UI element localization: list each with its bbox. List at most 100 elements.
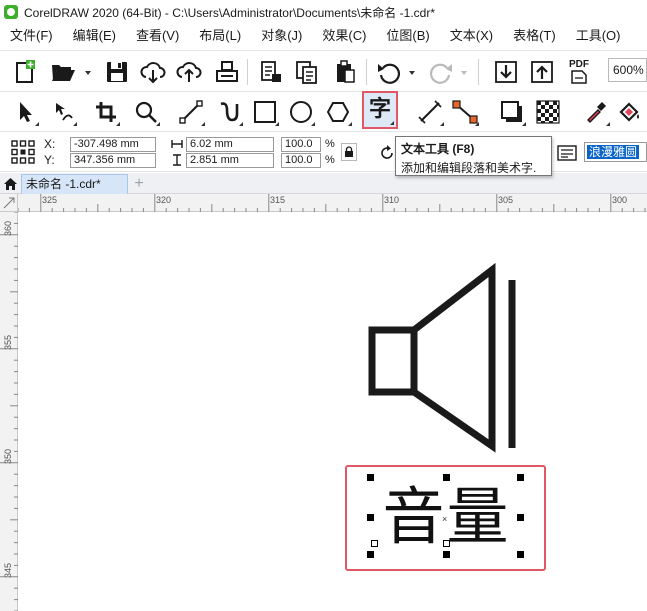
drop-shadow-tool[interactable] [496, 96, 528, 128]
width-icon [171, 140, 183, 148]
font-list-dropdown[interactable]: 浪漫雅圆 [584, 142, 647, 162]
selection-handle-middle-right[interactable] [517, 514, 524, 521]
scale-width-input[interactable]: 100.0 [281, 137, 321, 152]
menu-tools[interactable]: 工具(O) [566, 24, 631, 48]
cloud-upload-button[interactable] [174, 57, 204, 87]
add-tab-button[interactable]: + [130, 175, 148, 193]
speaker-shape[interactable] [368, 262, 496, 453]
pick-tool[interactable] [9, 96, 41, 128]
rotate-icon[interactable] [378, 144, 396, 162]
import-list-button[interactable] [256, 57, 286, 87]
open-dropdown-caret-icon[interactable] [84, 69, 92, 77]
y-label: Y: [44, 153, 55, 167]
text-node-handle[interactable] [371, 540, 378, 547]
speaker-drawing[interactable] [19, 213, 647, 611]
copy-pages-icon [296, 61, 317, 84]
artistic-media-tool[interactable] [213, 96, 245, 128]
vertical-ruler-ticks [0, 212, 18, 611]
cloud-download-button[interactable] [138, 57, 168, 87]
drawing-canvas[interactable] [19, 213, 647, 611]
open-button[interactable] [48, 57, 78, 87]
drop-shadow-icon [501, 101, 522, 122]
rectangle-icon [254, 101, 276, 123]
connector-tool[interactable] [449, 96, 481, 128]
object-origin-icon[interactable] [11, 140, 35, 164]
y-position-input[interactable]: 347.356 mm [70, 153, 156, 168]
dimension-line-icon [418, 100, 442, 124]
speaker-cone[interactable] [411, 262, 496, 453]
flyout-corner-icon [606, 122, 610, 126]
height-icon [173, 154, 181, 166]
tooltip-title: 文本工具 (F8) [401, 142, 475, 156]
menu-table[interactable]: 表格(T) [503, 24, 566, 48]
freehand-tool[interactable] [175, 96, 207, 128]
horizontal-ruler[interactable]: 325 320 315 310 305 300 [18, 194, 647, 212]
x-position-input[interactable]: -307.498 mm [70, 137, 156, 152]
menu-object[interactable]: 对象(J) [251, 24, 312, 48]
menu-file[interactable]: 文件(F) [0, 24, 63, 48]
menu-text[interactable]: 文本(X) [440, 24, 503, 48]
undo-button[interactable] [374, 57, 404, 87]
rectangle-tool[interactable] [249, 96, 281, 128]
selection-handle-bottom-center[interactable] [443, 551, 450, 558]
selection-handle-bottom-left[interactable] [367, 551, 374, 558]
document-tab[interactable]: 未命名 -1.cdr* [21, 174, 128, 194]
transparency-tool[interactable] [532, 96, 564, 128]
font-name-selected: 浪漫雅圆 [587, 145, 640, 159]
crop-tool[interactable] [90, 96, 122, 128]
menu-effects[interactable]: 效果(C) [312, 24, 376, 48]
ruler-origin-corner[interactable] [0, 194, 18, 212]
menu-bitmaps[interactable]: 位图(B) [376, 24, 439, 48]
text-tool[interactable]: 字 [362, 91, 398, 129]
new-document-button[interactable] [10, 57, 40, 87]
ellipse-icon [290, 101, 312, 123]
ellipse-tool[interactable] [285, 96, 317, 128]
text-frame-icon[interactable] [556, 144, 578, 162]
parallel-dimension-tool[interactable] [414, 96, 446, 128]
flyout-corner-icon [239, 122, 243, 126]
selection-handle-bottom-right[interactable] [517, 551, 524, 558]
menu-layout[interactable]: 布局(L) [189, 24, 251, 48]
scale-height-input[interactable]: 100.0 [281, 153, 321, 168]
speaker-box[interactable] [368, 326, 418, 396]
undo-dropdown-caret-icon[interactable] [408, 69, 416, 77]
paste-button[interactable] [330, 57, 360, 87]
lock-ratio-button[interactable] [341, 143, 357, 161]
polygon-tool[interactable] [322, 96, 354, 128]
copy-pages-button[interactable] [292, 57, 322, 87]
menu-edit[interactable]: 编辑(E) [63, 24, 126, 48]
flyout-corner-icon [390, 121, 394, 125]
hexagon-icon [326, 102, 350, 122]
menu-view[interactable]: 查看(V) [126, 24, 189, 48]
text-node-handle[interactable] [443, 540, 450, 547]
ruler-origin-icon [3, 197, 15, 209]
import-button[interactable] [491, 57, 521, 87]
publish-pdf-button[interactable]: PDF [564, 57, 594, 87]
width-input[interactable]: 6.02 mm [186, 137, 274, 152]
selection-handle-top-center[interactable] [443, 474, 450, 481]
shape-tool[interactable] [47, 96, 79, 128]
print-button[interactable] [212, 57, 242, 87]
eyedropper-tool[interactable] [580, 96, 612, 128]
vertical-ruler[interactable]: 360 355 350 345 [0, 212, 18, 611]
redo-button[interactable] [426, 57, 456, 87]
flyout-corner-icon [116, 122, 120, 126]
ruler-h-label: 305 [498, 195, 514, 205]
height-input[interactable]: 2.851 mm [186, 153, 274, 168]
horizontal-ruler-ticks [18, 194, 646, 212]
selection-handle-top-right[interactable] [517, 474, 524, 481]
flyout-corner-icon [201, 122, 205, 126]
interactive-fill-tool[interactable] [614, 96, 646, 128]
eyedropper-icon [587, 102, 606, 123]
document-list-icon [261, 61, 281, 82]
selection-handle-middle-left[interactable] [367, 514, 374, 521]
save-button[interactable] [102, 57, 132, 87]
toolbox: 字 [0, 91, 647, 132]
zoom-level-input[interactable]: 600% [608, 58, 647, 82]
rotation-center-mark[interactable]: × [442, 514, 447, 524]
zoom-tool[interactable] [130, 96, 162, 128]
redo-dropdown-caret-icon[interactable] [460, 69, 468, 77]
export-button[interactable] [527, 57, 557, 87]
home-icon[interactable] [3, 176, 18, 191]
selection-handle-top-left[interactable] [367, 474, 374, 481]
